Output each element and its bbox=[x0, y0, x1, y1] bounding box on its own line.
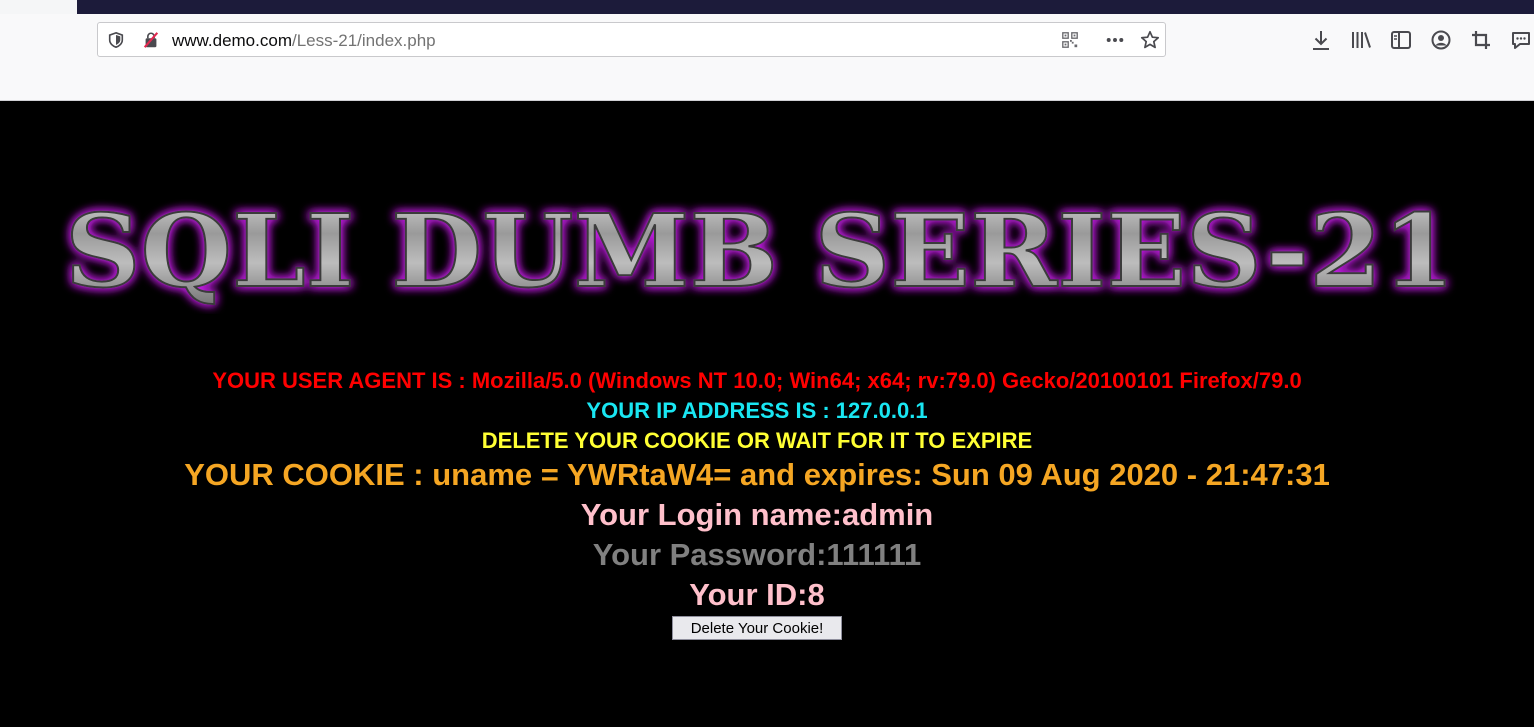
banner-text: SQLI DUMB SERIES-21 bbox=[65, 194, 1455, 310]
browser-toolbar: www.demo.com/Less-21/index.php bbox=[0, 14, 1534, 101]
more-icon[interactable] bbox=[1104, 31, 1126, 49]
tab-strip bbox=[0, 0, 1534, 14]
url-text[interactable]: www.demo.com/Less-21/index.php bbox=[172, 31, 436, 51]
screenshot-icon[interactable] bbox=[1470, 29, 1492, 51]
chat-icon[interactable] bbox=[1510, 29, 1532, 51]
cookie-line: YOUR COOKIE : uname = YWRtaW4= and expir… bbox=[184, 457, 1330, 492]
url-host: www.demo.com bbox=[172, 31, 292, 50]
star-icon[interactable] bbox=[1140, 30, 1160, 50]
shield-icon[interactable] bbox=[107, 31, 125, 49]
url-path: /Less-21/index.php bbox=[291, 31, 436, 50]
qr-code-icon[interactable] bbox=[1061, 31, 1079, 49]
password-line: Your Password:111111 bbox=[592, 537, 922, 572]
login-name-line: Your Login name:admin bbox=[580, 497, 934, 532]
url-bar[interactable]: www.demo.com/Less-21/index.php bbox=[97, 22, 1166, 57]
download-icon[interactable] bbox=[1310, 29, 1332, 51]
delete-cookie-button[interactable]: Delete Your Cookie! bbox=[672, 616, 842, 640]
insecure-lock-icon[interactable] bbox=[142, 31, 160, 49]
id-line: Your ID:8 bbox=[689, 577, 825, 612]
sqli-banner-logo: SQLI DUMB SERIES-21 bbox=[55, 194, 1465, 314]
delete-cookie-notice: DELETE YOUR COOKIE OR WAIT FOR IT TO EXP… bbox=[481, 428, 1033, 453]
library-icon[interactable] bbox=[1350, 29, 1372, 51]
page-content: SQLI DUMB SERIES-21 YOUR USER AGENT IS :… bbox=[0, 101, 1534, 727]
sidebar-icon[interactable] bbox=[1390, 29, 1412, 51]
user-agent-line: YOUR USER AGENT IS : Mozilla/5.0 (Window… bbox=[212, 368, 1302, 393]
account-icon[interactable] bbox=[1430, 29, 1452, 51]
ip-address-line: YOUR IP ADDRESS IS : 127.0.0.1 bbox=[586, 398, 928, 423]
active-tab[interactable] bbox=[0, 0, 77, 14]
